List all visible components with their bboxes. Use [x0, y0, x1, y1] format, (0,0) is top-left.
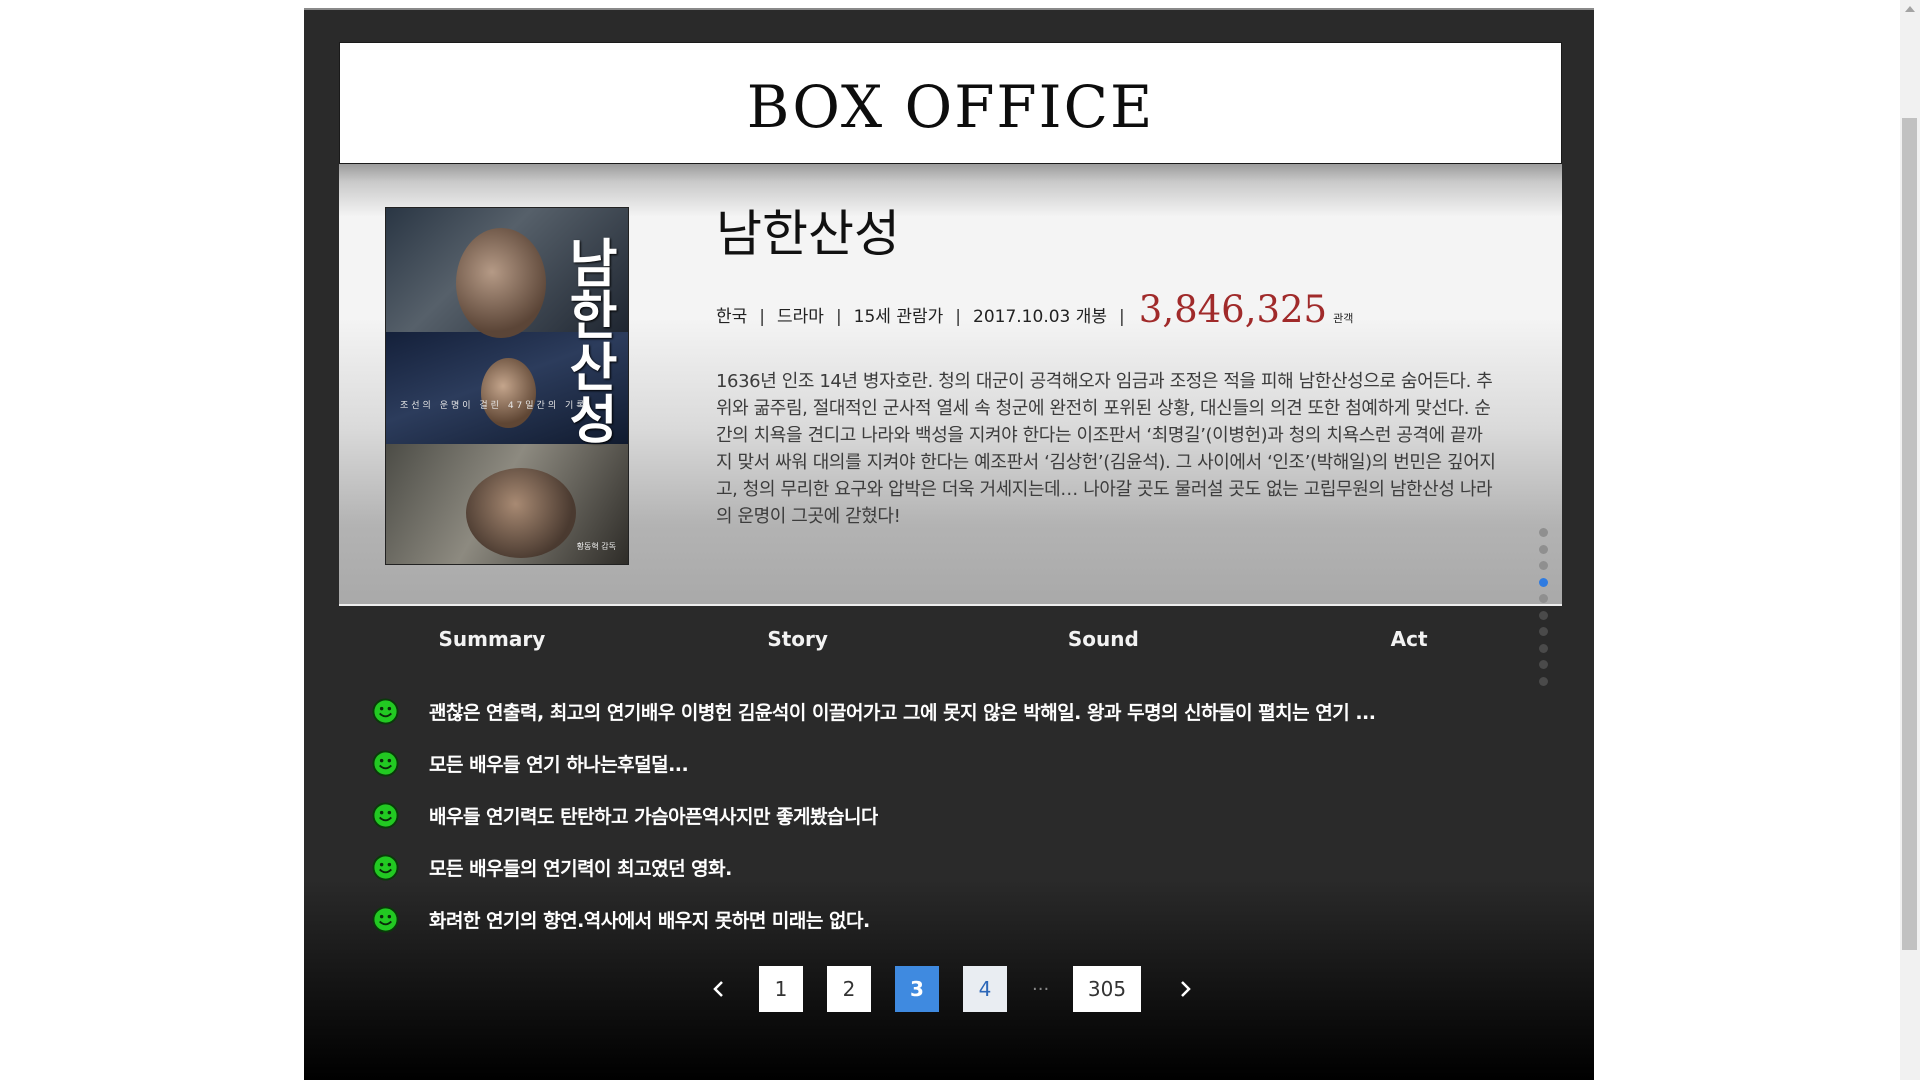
smiley-icon	[372, 749, 399, 777]
tab-act[interactable]: Act	[1256, 606, 1562, 664]
review-text: 괜찮은 연출력, 최고의 연기배우 이병헌 김윤석이 이끌어가고 그에 못지 않…	[429, 701, 1376, 724]
audience-unit: 관객	[1333, 312, 1354, 325]
tab-story[interactable]: Story	[645, 606, 951, 664]
scroll-up-button[interactable]	[1900, 0, 1920, 18]
smiley-icon	[372, 853, 399, 881]
slide-dot[interactable]	[1539, 528, 1548, 537]
review-list: 괜찮은 연출력, 최고의 연기배우 이병헌 김윤석이 이끌어가고 그에 못지 않…	[372, 685, 1522, 945]
scrollbar-thumb[interactable]	[1902, 118, 1917, 950]
slide-dot[interactable]	[1539, 660, 1548, 669]
meta-separator: |	[955, 307, 962, 327]
meta-separator: |	[1119, 307, 1125, 327]
movie-poster[interactable]: 남한산성 조선의 운명이 걸린 47일간의 기록 황동혁 감독	[385, 207, 629, 565]
movie-title: 남한산성	[716, 205, 900, 263]
site-title: BOX OFFICE	[746, 73, 1155, 141]
meta-release: 2017.10.03 개봉	[973, 307, 1108, 327]
meta-separator: |	[835, 307, 842, 327]
next-page-button[interactable]	[1170, 966, 1200, 1012]
page-button-4[interactable]: 4	[963, 966, 1007, 1012]
tab-sound[interactable]: Sound	[951, 606, 1257, 664]
review-text: 모든 배우들 연기 하나는후덜덜...	[429, 753, 689, 776]
page-button-3[interactable]: 3	[895, 966, 939, 1012]
movie-synopsis: 1636년 인조 14년 병자호란. 청의 대군이 공격해오자 임금과 조정은 …	[716, 371, 1496, 527]
movie-hero: 남한산성 조선의 운명이 걸린 47일간의 기록 황동혁 감독 남한산성 한국 …	[339, 164, 1562, 606]
poster-actor-face	[466, 468, 576, 558]
poster-title: 남한산성	[558, 236, 618, 444]
page-button-1[interactable]: 1	[759, 966, 803, 1012]
smiley-icon	[372, 801, 399, 829]
smiley-icon	[372, 697, 399, 725]
meta-separator: |	[759, 307, 766, 327]
poster-credit: 황동혁 감독	[576, 542, 616, 551]
smiley-icon	[372, 905, 399, 933]
audience-count: 3,846,325	[1138, 288, 1328, 331]
poster-tagline: 조선의 운명이 걸린 47일간의 기록	[400, 401, 588, 411]
pagination: 1 2 3 4 ... 305	[339, 966, 1562, 1014]
meta-rating: 15세 관람가	[853, 307, 944, 327]
slide-dot-active[interactable]	[1539, 577, 1548, 587]
scroll-up-arrow-icon	[1905, 6, 1915, 12]
chevron-left-icon	[713, 981, 723, 997]
review-text: 모든 배우들의 연기력이 최고였던 영화.	[429, 857, 732, 880]
review-text: 화려한 연기의 향연.역사에서 배우지 못하면 미래는 없다.	[429, 909, 870, 932]
prev-page-button[interactable]	[704, 966, 734, 1012]
movie-meta: 한국 | 드라마 | 15세 관람가 | 2017.10.03 개봉 | 3,8…	[716, 288, 1353, 331]
slide-dot[interactable]	[1539, 643, 1548, 653]
poster-actor-face	[481, 358, 536, 428]
review-item: 화려한 연기의 향연.역사에서 배우지 못하면 미래는 없다.	[372, 893, 1522, 945]
page-ellipsis: ...	[1032, 974, 1050, 995]
meta-country: 한국	[716, 307, 748, 327]
review-item: 모든 배우들의 연기력이 최고였던 영화.	[372, 841, 1522, 893]
page-button-last[interactable]: 305	[1073, 966, 1141, 1012]
review-text: 배우들 연기력도 탄탄하고 가슴아픈역사지만 좋게봤습니다	[429, 805, 878, 828]
site-header: BOX OFFICE	[339, 42, 1562, 164]
slide-dot-nav	[1539, 528, 1551, 693]
page: BOX OFFICE 남한산성 조선의 운명이 걸린 47일간의 기록 황동혁 …	[0, 0, 1920, 1080]
slide-dot[interactable]	[1539, 610, 1548, 620]
tab-summary[interactable]: Summary	[339, 606, 645, 664]
chevron-right-icon	[1181, 981, 1191, 997]
page-button-2[interactable]: 2	[827, 966, 871, 1012]
slide-dot[interactable]	[1539, 627, 1548, 636]
review-item: 배우들 연기력도 탄탄하고 가슴아픈역사지만 좋게봤습니다	[372, 789, 1522, 841]
slide-dot[interactable]	[1539, 676, 1548, 686]
meta-genre: 드라마	[777, 307, 824, 327]
slide-dot[interactable]	[1539, 561, 1548, 570]
slide-dot[interactable]	[1539, 544, 1548, 554]
review-item: 괜찮은 연출력, 최고의 연기배우 이병헌 김윤석이 이끌어가고 그에 못지 않…	[372, 685, 1522, 737]
review-item: 모든 배우들 연기 하나는후덜덜...	[372, 737, 1522, 789]
tab-bar: Summary Story Sound Act	[339, 606, 1562, 664]
slide-dot[interactable]	[1539, 594, 1548, 603]
poster-actor-face	[456, 228, 546, 338]
